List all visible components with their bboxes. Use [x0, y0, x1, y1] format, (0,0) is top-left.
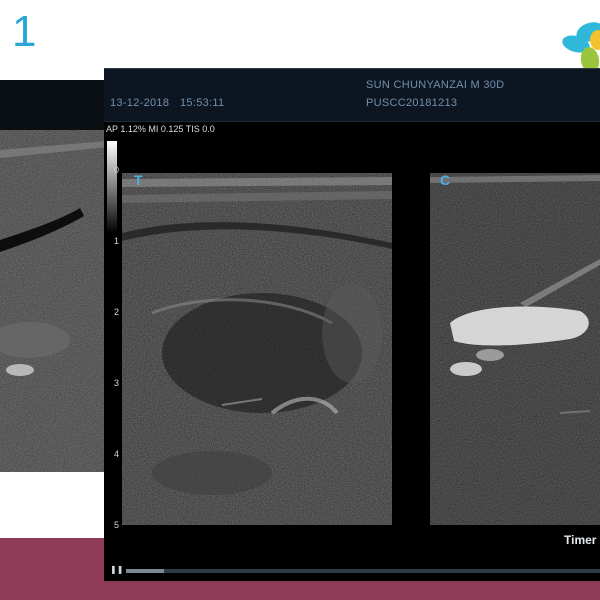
ultrasound-image-right	[430, 173, 600, 525]
pause-icon[interactable]: ❚❚	[110, 565, 123, 575]
depth-tick-label: 0	[114, 165, 120, 175]
depth-tick-label: 5	[114, 520, 120, 530]
playback-progress-fill	[126, 569, 164, 573]
image-label-left: T	[134, 172, 143, 188]
patient-info: SUN CHUNYANZAI M 30D	[366, 79, 505, 91]
background-ultrasound-frame	[0, 80, 118, 472]
depth-tick-label: 1	[114, 236, 120, 246]
ultrasound-image-left	[122, 173, 392, 525]
image-label-right: C	[440, 172, 451, 188]
depth-tick-label: 2	[114, 307, 120, 317]
depth-tick-label: 3	[114, 378, 120, 388]
ultrasound-viewer: 13-12-2018 15:53:11 SUN CHUNYANZAI M 30D…	[104, 68, 600, 581]
acoustic-params: AP 1.12% MI 0.125 TIS 0.0	[106, 124, 215, 134]
viewer-header: 13-12-2018 15:53:11 SUN CHUNYANZAI M 30D…	[104, 69, 600, 122]
exam-id: PUSCC20181213	[366, 97, 458, 109]
playback-progress[interactable]	[126, 569, 600, 573]
slide-number: 1	[12, 7, 37, 56]
exam-time: 15:53:11	[180, 97, 225, 109]
exam-date: 13-12-2018	[110, 97, 170, 109]
depth-tick-label: 4	[114, 449, 120, 459]
brand-logo-icon	[562, 22, 600, 73]
timer-label: Timer	[564, 533, 597, 547]
